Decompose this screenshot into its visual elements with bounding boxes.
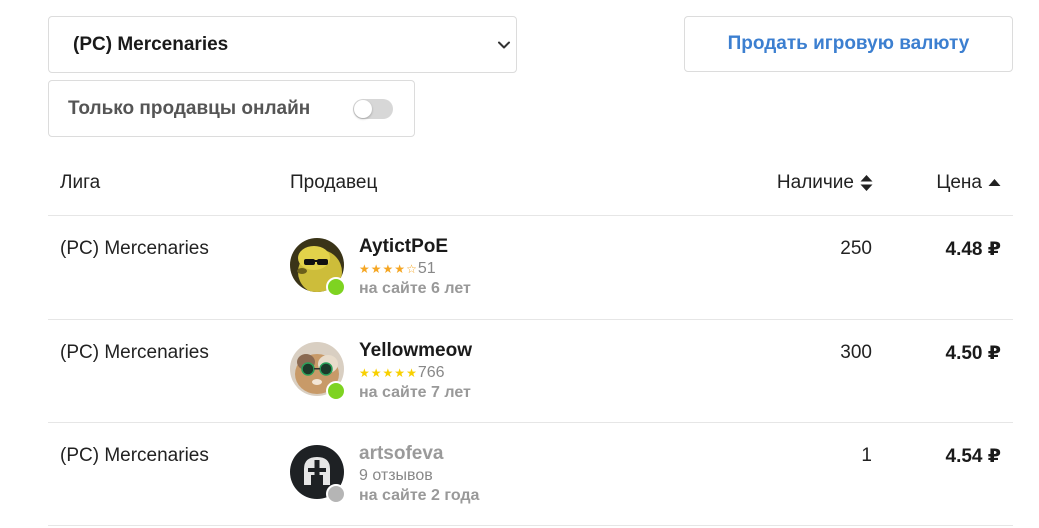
column-header-seller: Продавец xyxy=(290,172,378,193)
online-status-dot xyxy=(326,381,346,401)
table-row[interactable]: (PC) Mercenaries AytictPoE ★ ★ ★ ★ ☆ 51 на с… xyxy=(48,216,1013,320)
row-league: (PC) Mercenaries xyxy=(60,445,209,466)
column-header-stock-label: Наличие xyxy=(776,172,854,193)
seller-rating: 9 отзывов xyxy=(359,467,433,485)
review-count: 51 xyxy=(417,260,436,277)
league-select-value: (PC) Mercenaries xyxy=(73,33,229,55)
table-divider xyxy=(48,525,1013,526)
online-status-dot xyxy=(326,277,346,297)
row-stock: 1 xyxy=(861,445,872,466)
row-league: (PC) Mercenaries xyxy=(60,342,209,363)
seller-name[interactable]: Yellowmeow xyxy=(359,340,472,362)
seller-tenure: на сайте 7 лет xyxy=(359,384,471,401)
online-sellers-filter: Только продавцы онлайн xyxy=(48,80,415,137)
row-stock: 300 xyxy=(840,342,872,363)
seller-tenure: на сайте 6 лет xyxy=(359,280,471,297)
rating-stars-icon: ★ ★ ★ ★ ☆ xyxy=(359,262,417,276)
row-price[interactable]: 4.54 ₽ xyxy=(946,445,1001,468)
seller-rating: ★ ★ ★ ★ ★ 766 xyxy=(359,364,445,382)
review-count: 766 xyxy=(417,364,445,381)
seller-name[interactable]: artsofeva xyxy=(359,443,444,465)
table-row[interactable]: (PC) Mercenaries artsofeva 9 отзывов на … xyxy=(48,423,1013,527)
online-sellers-label: Только продавцы онлайн xyxy=(68,97,311,119)
league-select[interactable]: (PC) Mercenaries xyxy=(48,16,517,73)
chevron-down-icon xyxy=(498,41,510,49)
sell-currency-button[interactable]: Продать игровую валюту xyxy=(684,16,1013,72)
seller-tenure: на сайте 2 года xyxy=(359,487,480,504)
rating-stars-icon: ★ ★ ★ ★ ★ xyxy=(359,366,417,380)
seller-rating: ★ ★ ★ ★ ☆ 51 xyxy=(359,260,436,278)
column-header-price-label: Цена xyxy=(936,172,982,193)
row-stock: 250 xyxy=(840,238,872,259)
column-header-league: Лига xyxy=(60,172,101,193)
sort-ascending-icon xyxy=(988,178,1001,188)
offline-status-dot xyxy=(326,484,346,504)
column-header-stock[interactable]: Наличие xyxy=(777,172,873,194)
sort-both-icon xyxy=(860,174,873,192)
seller-name[interactable]: AytictPoE xyxy=(359,236,448,258)
online-sellers-toggle[interactable] xyxy=(353,99,393,119)
column-header-price[interactable]: Цена xyxy=(936,172,1001,194)
row-price[interactable]: 4.50 ₽ xyxy=(946,342,1001,365)
row-price[interactable]: 4.48 ₽ xyxy=(946,238,1001,261)
toggle-knob xyxy=(354,100,372,118)
review-count: 9 отзывов xyxy=(359,467,433,484)
row-league: (PC) Mercenaries xyxy=(60,238,209,259)
table-row[interactable]: (PC) Mercenaries Yellowmeow ★ ★ ★ ★ ★ 766 на… xyxy=(48,320,1013,424)
